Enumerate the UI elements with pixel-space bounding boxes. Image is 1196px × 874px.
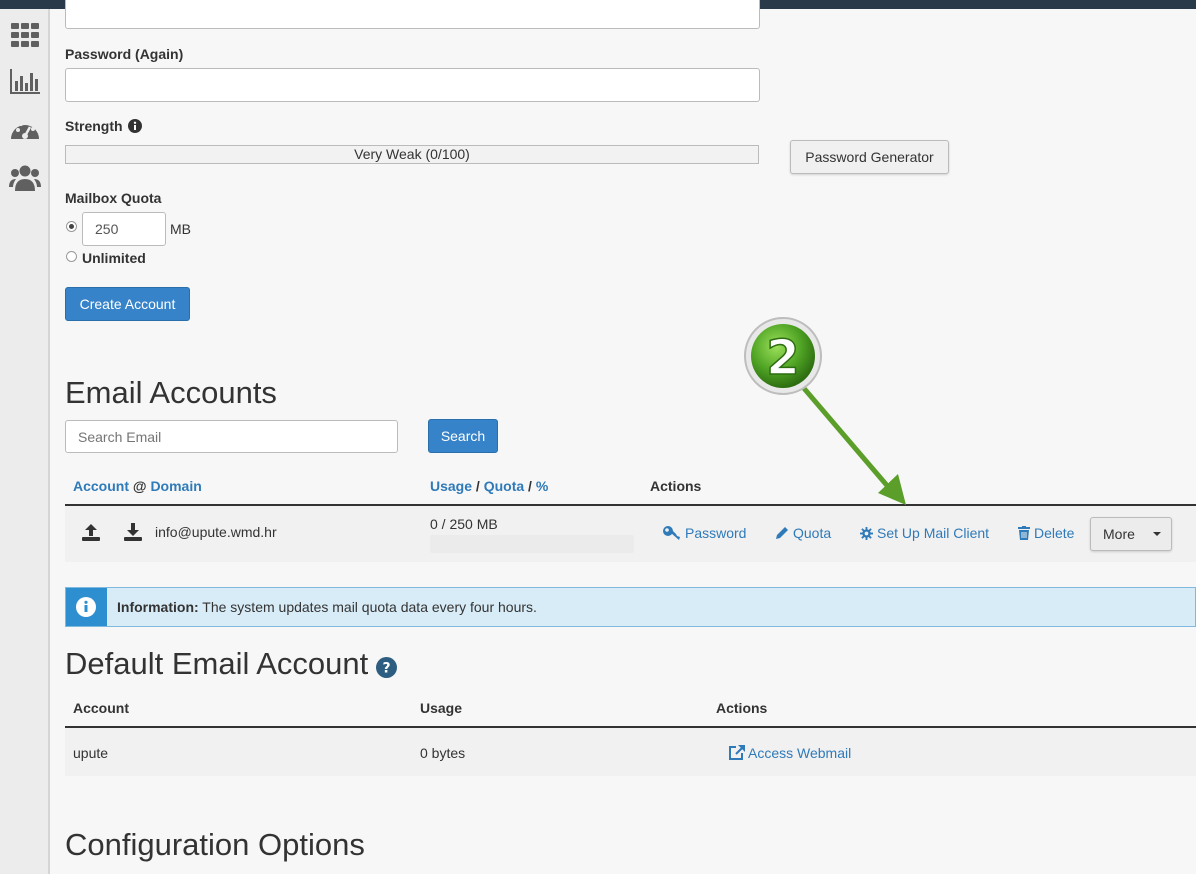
dashboard-gauge-icon[interactable] bbox=[9, 115, 41, 145]
upload-icon[interactable] bbox=[81, 522, 101, 542]
sort-percent-link[interactable]: % bbox=[536, 478, 548, 494]
users-group-icon[interactable] bbox=[9, 162, 41, 192]
gear-icon bbox=[860, 526, 873, 540]
more-dropdown-button[interactable]: More bbox=[1090, 517, 1172, 551]
default-header-account: Account bbox=[73, 700, 129, 716]
sidebar bbox=[0, 9, 50, 874]
sort-usage-link[interactable]: Usage bbox=[430, 478, 472, 494]
email-accounts-title: Email Accounts bbox=[65, 375, 277, 410]
header-at: @ bbox=[132, 478, 147, 494]
info-message: Information: The system updates mail quo… bbox=[117, 599, 537, 615]
strength-text: Very Weak (0/100) bbox=[354, 146, 470, 162]
password-action[interactable]: Password bbox=[662, 525, 746, 541]
strength-label: Strength bbox=[65, 118, 123, 134]
info-strip bbox=[66, 588, 107, 626]
trash-icon bbox=[1018, 526, 1030, 540]
usage-progress-bar bbox=[430, 535, 634, 553]
password-generator-button[interactable]: Password Generator bbox=[790, 140, 949, 174]
sort-quota-link[interactable]: Quota bbox=[484, 478, 524, 494]
strength-label-row: Strength bbox=[65, 118, 142, 134]
quota-action-label: Quota bbox=[793, 525, 832, 541]
mailbox-quota-label: Mailbox Quota bbox=[65, 190, 162, 206]
pencil-icon bbox=[776, 527, 788, 539]
search-email-input[interactable] bbox=[65, 420, 398, 453]
default-account-title: Default Email Account bbox=[65, 646, 369, 681]
search-button[interactable]: Search bbox=[428, 419, 498, 453]
default-header-actions: Actions bbox=[716, 700, 768, 716]
accounts-header-usage: Usage / Quota / % bbox=[430, 478, 548, 494]
default-account-usage: 0 bytes bbox=[420, 745, 466, 761]
info-text: The system updates mail quota data every… bbox=[202, 599, 537, 615]
key-icon bbox=[663, 526, 680, 540]
annotation-step-number: 2 bbox=[766, 330, 799, 386]
password-again-label: Password (Again) bbox=[65, 46, 184, 62]
quota-input[interactable] bbox=[82, 212, 166, 246]
quota-limited-radio[interactable] bbox=[66, 221, 77, 232]
download-icon[interactable] bbox=[123, 522, 143, 542]
header-slash: / bbox=[528, 478, 532, 494]
sort-account-link[interactable]: Account bbox=[73, 478, 129, 494]
caret-down-icon bbox=[1153, 532, 1161, 536]
default-account-name: upute bbox=[73, 745, 109, 761]
apps-grid-icon[interactable] bbox=[9, 20, 41, 50]
bar-chart-icon[interactable] bbox=[9, 67, 41, 97]
help-question-icon[interactable]: ? bbox=[376, 656, 398, 678]
header-slash: / bbox=[475, 478, 480, 494]
account-usage: 0 / 250 MB bbox=[430, 516, 498, 532]
info-alert: Information: The system updates mail quo… bbox=[65, 587, 1196, 627]
access-webmail-link[interactable]: Access Webmail bbox=[728, 744, 851, 761]
svg-text:?: ? bbox=[383, 660, 391, 676]
default-account-heading: Default Email Account ? bbox=[65, 646, 398, 682]
external-link-icon bbox=[729, 745, 745, 760]
password-action-label: Password bbox=[685, 525, 747, 541]
accounts-header-account-domain: Account @ Domain bbox=[73, 478, 202, 494]
table-row bbox=[65, 728, 1196, 776]
quota-action[interactable]: Quota bbox=[775, 525, 831, 541]
info-circle-icon[interactable] bbox=[127, 119, 142, 133]
delete-action[interactable]: Delete bbox=[1018, 525, 1074, 541]
more-label: More bbox=[1103, 526, 1135, 542]
account-email: info@upute.wmd.hr bbox=[155, 524, 277, 540]
quota-unit: MB bbox=[170, 221, 191, 237]
password-strength-meter: Very Weak (0/100) bbox=[65, 145, 759, 164]
configuration-options-title: Configuration Options bbox=[65, 827, 365, 862]
info-icon bbox=[76, 597, 96, 617]
default-header-usage: Usage bbox=[420, 700, 463, 716]
unlimited-label: Unlimited bbox=[82, 250, 146, 266]
quota-unlimited-radio[interactable] bbox=[66, 251, 77, 262]
setup-mail-client-label: Set Up Mail Client bbox=[877, 525, 990, 541]
password-field[interactable] bbox=[65, 0, 760, 29]
accounts-header-actions: Actions bbox=[650, 478, 702, 494]
sort-domain-link[interactable]: Domain bbox=[150, 478, 201, 494]
tutorial-annotation: 2 bbox=[744, 317, 906, 505]
password-again-field[interactable] bbox=[65, 68, 760, 102]
create-account-button[interactable]: Create Account bbox=[65, 287, 190, 321]
setup-mail-client-action[interactable]: Set Up Mail Client bbox=[860, 525, 989, 541]
info-title: Information: bbox=[117, 599, 199, 615]
delete-action-label: Delete bbox=[1034, 525, 1075, 541]
access-webmail-label: Access Webmail bbox=[748, 744, 852, 761]
annotation-arrow-line bbox=[800, 384, 898, 498]
